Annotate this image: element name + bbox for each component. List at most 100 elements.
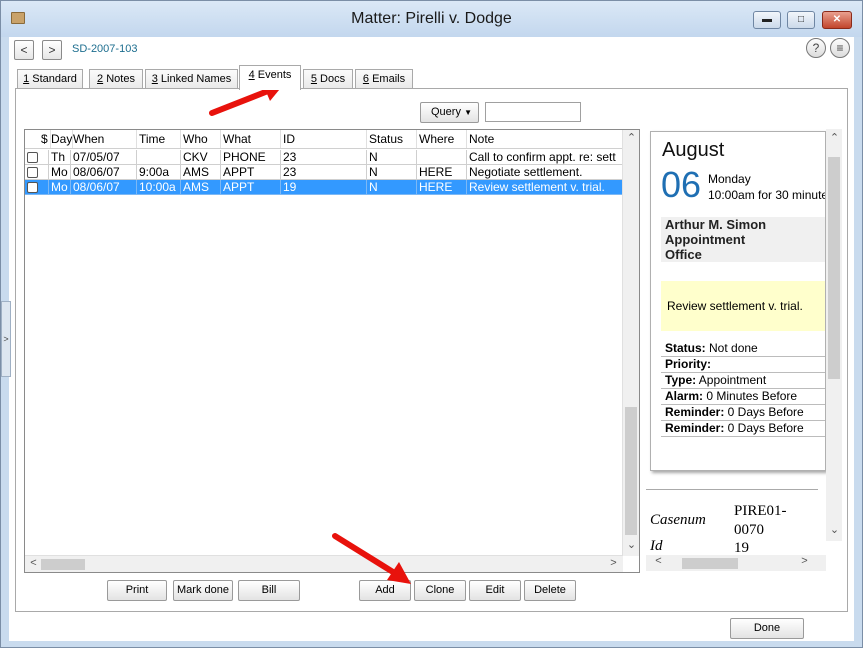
scroll-down-icon[interactable]: ⌄ (826, 523, 843, 536)
col-header-time[interactable]: Time (137, 130, 181, 148)
tab-standard[interactable]: 1 Standard (17, 69, 83, 89)
row-checkbox[interactable] (27, 152, 38, 163)
card-person: Arthur M. Simon (661, 217, 825, 232)
pointer-arrow-icon (332, 533, 411, 584)
event-card: August 06 Monday 10:00am for 30 minute A… (650, 131, 826, 471)
expand-panel-handle[interactable]: > (1, 301, 11, 377)
cell-note: Review settlement v. trial. (467, 180, 623, 195)
card-month: August (662, 139, 725, 161)
table-row[interactable]: Mo 08/06/07 9:00a AMS APPT 23 N HERE Neg… (25, 165, 623, 180)
tab-emails[interactable]: 6 Emails (355, 69, 413, 89)
delete-button[interactable]: Delete (524, 580, 576, 601)
prop-status: Status: Not done (661, 341, 825, 357)
minimize-button[interactable]: ▬ (753, 11, 781, 29)
tab-events[interactable]: 4 Events (239, 65, 301, 90)
menu-icon[interactable]: ≡ (830, 38, 850, 58)
cell-note: Negotiate settlement. (467, 165, 623, 180)
divider (646, 489, 818, 490)
scroll-left-icon[interactable]: < (25, 557, 42, 569)
table-row[interactable]: Th 07/05/07 CKV PHONE 23 N Call to confi… (25, 150, 623, 165)
casenum-label: Casenum (650, 512, 706, 528)
cell-what: PHONE (221, 150, 281, 165)
col-header-when[interactable]: When (71, 130, 137, 148)
cell-day: Mo (49, 180, 71, 195)
card-note: Review settlement v. trial. (661, 281, 825, 331)
query-dropdown[interactable]: Query ▼ (420, 102, 479, 123)
cell-time: 9:00a (137, 165, 181, 180)
prop-type: Type: Appointment (661, 373, 825, 389)
title-bar: Matter: Pirelli v. Dodge ▬ □ ✕ (1, 1, 862, 37)
col-header-status[interactable]: Status (367, 130, 417, 148)
edit-button[interactable]: Edit (469, 580, 521, 601)
cell-who: AMS (181, 180, 221, 195)
prop-alarm: Alarm: 0 Minutes Before (661, 389, 825, 405)
forward-button[interactable]: > (42, 40, 62, 60)
grid-header: $ Day When Time Who What ID Status Where… (25, 130, 623, 149)
clone-button[interactable]: Clone (414, 580, 466, 601)
query-label: Query (431, 106, 461, 118)
done-button[interactable]: Done (730, 618, 804, 639)
detail-horizontal-scrollbar[interactable]: < > (646, 555, 826, 571)
row-checkbox[interactable] (27, 167, 38, 178)
table-row-selected[interactable]: Mo 08/06/07 10:00a AMS APPT 19 N HERE Re… (25, 180, 623, 195)
casenum-value: PIRE01- (734, 503, 787, 519)
prop-reminder: Reminder: 0 Days Before (661, 405, 825, 421)
card-weekday: Monday (708, 172, 751, 186)
card-type: Appointment (661, 232, 825, 247)
window-title: Matter: Pirelli v. Dodge (351, 10, 512, 27)
col-header-what[interactable]: What (221, 130, 281, 148)
prop-reminder-2: Reminder: 0 Days Before (661, 421, 825, 437)
help-icon[interactable]: ? (806, 38, 826, 58)
scroll-thumb[interactable] (828, 157, 840, 379)
detail-vertical-scrollbar[interactable]: ⌃ ⌄ (826, 129, 842, 541)
query-input[interactable] (485, 102, 581, 122)
prop-priority: Priority: (661, 357, 825, 373)
cell-where (417, 150, 467, 165)
cell-who: AMS (181, 165, 221, 180)
cell-time (137, 150, 181, 165)
matter-id: SD-2007-103 (72, 43, 138, 55)
col-header-id[interactable]: ID (281, 130, 367, 148)
cell-day: Th (49, 150, 71, 165)
mark-done-button[interactable]: Mark done (173, 580, 233, 601)
scroll-thumb[interactable] (682, 558, 738, 569)
scroll-up-icon[interactable]: ⌃ (623, 131, 639, 144)
grid-vertical-scrollbar[interactable]: ⌃ ⌄ (622, 130, 639, 556)
close-button[interactable]: ✕ (822, 11, 852, 29)
col-header-where[interactable]: Where (417, 130, 467, 148)
scroll-down-icon[interactable]: ⌄ (623, 538, 639, 551)
chevron-down-icon: ▼ (464, 108, 472, 117)
client-area: < > SD-2007-103 ? ≡ 1 Standard 2 Notes 3… (9, 37, 854, 641)
scroll-left-icon[interactable]: < (650, 555, 667, 567)
back-button[interactable]: < (14, 40, 34, 60)
grid-horizontal-scrollbar[interactable]: < > (25, 555, 623, 572)
cell-day: Mo (49, 165, 71, 180)
scroll-up-icon[interactable]: ⌃ (826, 131, 843, 144)
cell-when: 07/05/07 (71, 150, 137, 165)
cell-who: CKV (181, 150, 221, 165)
tab-notes[interactable]: 2 Notes (89, 69, 143, 89)
cell-id: 23 (281, 150, 367, 165)
tab-docs[interactable]: 5 Docs (303, 69, 353, 89)
col-header-who[interactable]: Who (181, 130, 221, 148)
scroll-right-icon[interactable]: > (796, 555, 813, 567)
cell-status: N (367, 165, 417, 180)
maximize-button[interactable]: □ (787, 11, 815, 29)
scroll-thumb[interactable] (625, 407, 637, 535)
print-button[interactable]: Print (107, 580, 167, 601)
id-label: Id (650, 538, 663, 554)
cell-status: N (367, 180, 417, 195)
col-header-day[interactable]: Day (49, 130, 73, 148)
cell-when: 08/06/07 (71, 165, 137, 180)
bill-button[interactable]: Bill (238, 580, 300, 601)
cell-note: Call to confirm appt. re: sett (467, 150, 623, 165)
scroll-thumb[interactable] (41, 559, 85, 570)
row-checkbox[interactable] (27, 182, 38, 193)
cell-status: N (367, 150, 417, 165)
casenum-value-cont: 0070 (734, 522, 764, 538)
scroll-right-icon[interactable]: > (605, 557, 622, 569)
events-grid: $ Day When Time Who What ID Status Where… (24, 129, 640, 573)
cell-where: HERE (417, 165, 467, 180)
col-header-note[interactable]: Note (467, 130, 623, 148)
card-time-info: 10:00am for 30 minute (708, 188, 826, 202)
